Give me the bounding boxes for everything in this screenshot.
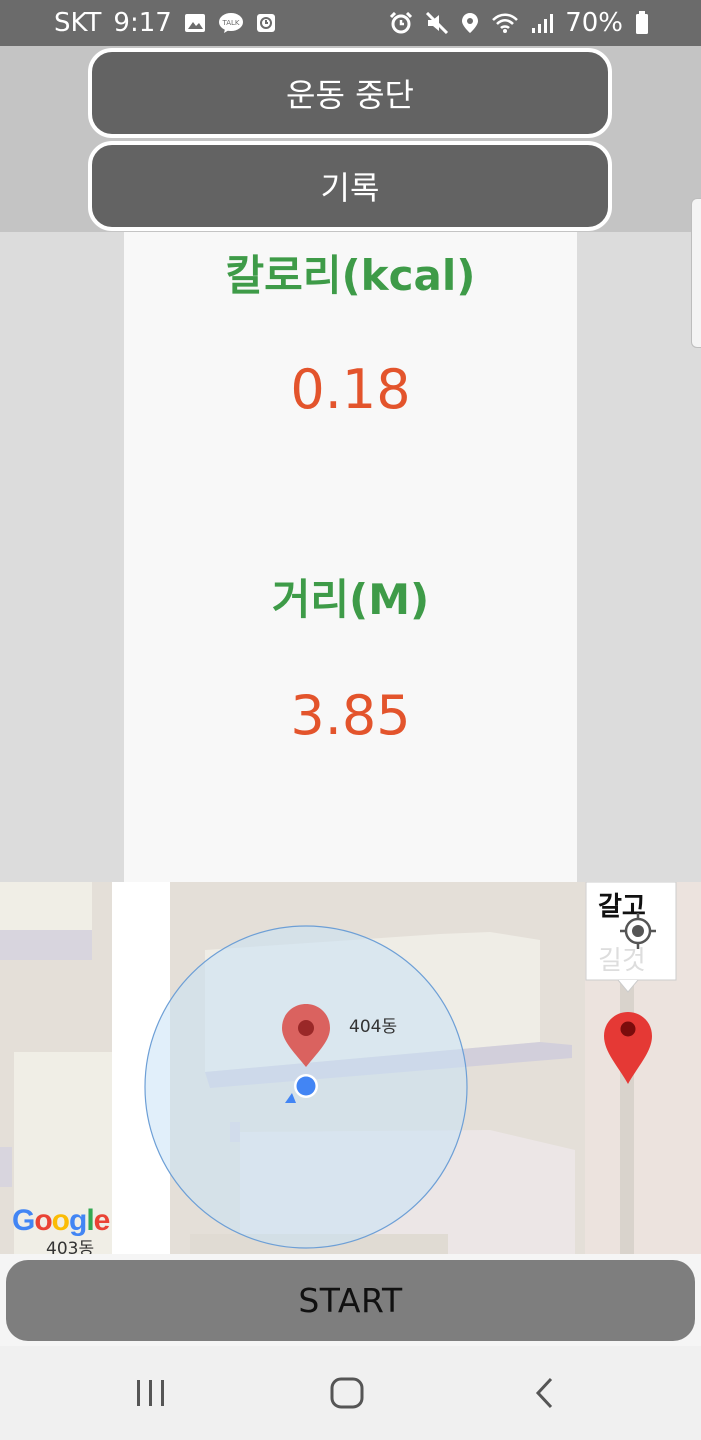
battery-percent: 70% <box>565 8 623 38</box>
location-icon <box>461 12 479 34</box>
clock: 9:17 <box>113 8 172 38</box>
recent-apps-button[interactable] <box>121 1370 181 1416</box>
stop-workout-button[interactable]: 운동 중단 <box>88 48 612 138</box>
screen-recorder-icon <box>256 13 276 33</box>
stats-panel: 칼로리(kcal) 0.18 거리(M) 3.85 <box>124 232 577 882</box>
my-location-button[interactable] <box>613 906 663 956</box>
svg-text:TALK: TALK <box>221 19 239 27</box>
home-icon <box>330 1377 364 1409</box>
navigation-bar <box>0 1346 701 1440</box>
calorie-label: 칼로리(kcal) <box>225 251 476 300</box>
mute-icon <box>425 12 449 34</box>
record-button[interactable]: 기록 <box>88 141 612 231</box>
building-label: 404동 <box>349 1017 398 1037</box>
alarm-icon <box>389 12 413 34</box>
status-bar: SKT 9:17 TALK 70% <box>0 0 701 46</box>
signal-icon <box>531 12 554 34</box>
distance-label: 거리(M) <box>271 575 430 624</box>
calorie-value: 0.18 <box>290 358 411 421</box>
home-button[interactable] <box>317 1370 377 1416</box>
map-view[interactable]: 404동 403동 갈고 길것 Google <box>0 882 701 1254</box>
wifi-icon <box>491 12 519 34</box>
status-right: 70% <box>389 8 649 38</box>
back-button[interactable] <box>514 1370 574 1416</box>
google-logo: Google <box>12 1204 110 1237</box>
start-area: START <box>0 1254 701 1346</box>
kakaotalk-icon: TALK <box>218 12 244 34</box>
recent-apps-icon <box>137 1380 164 1406</box>
map-canvas <box>0 882 701 1254</box>
back-icon <box>535 1377 553 1409</box>
carrier-label: SKT <box>54 8 102 38</box>
edge-panel-handle[interactable] <box>691 198 701 348</box>
status-left: SKT 9:17 TALK <box>54 8 276 38</box>
gallery-icon <box>184 13 206 33</box>
distance-value: 3.85 <box>290 684 411 747</box>
crosshair-icon <box>620 913 656 949</box>
building <box>0 882 92 930</box>
battery-icon <box>635 11 649 35</box>
start-button[interactable]: START <box>6 1260 695 1341</box>
